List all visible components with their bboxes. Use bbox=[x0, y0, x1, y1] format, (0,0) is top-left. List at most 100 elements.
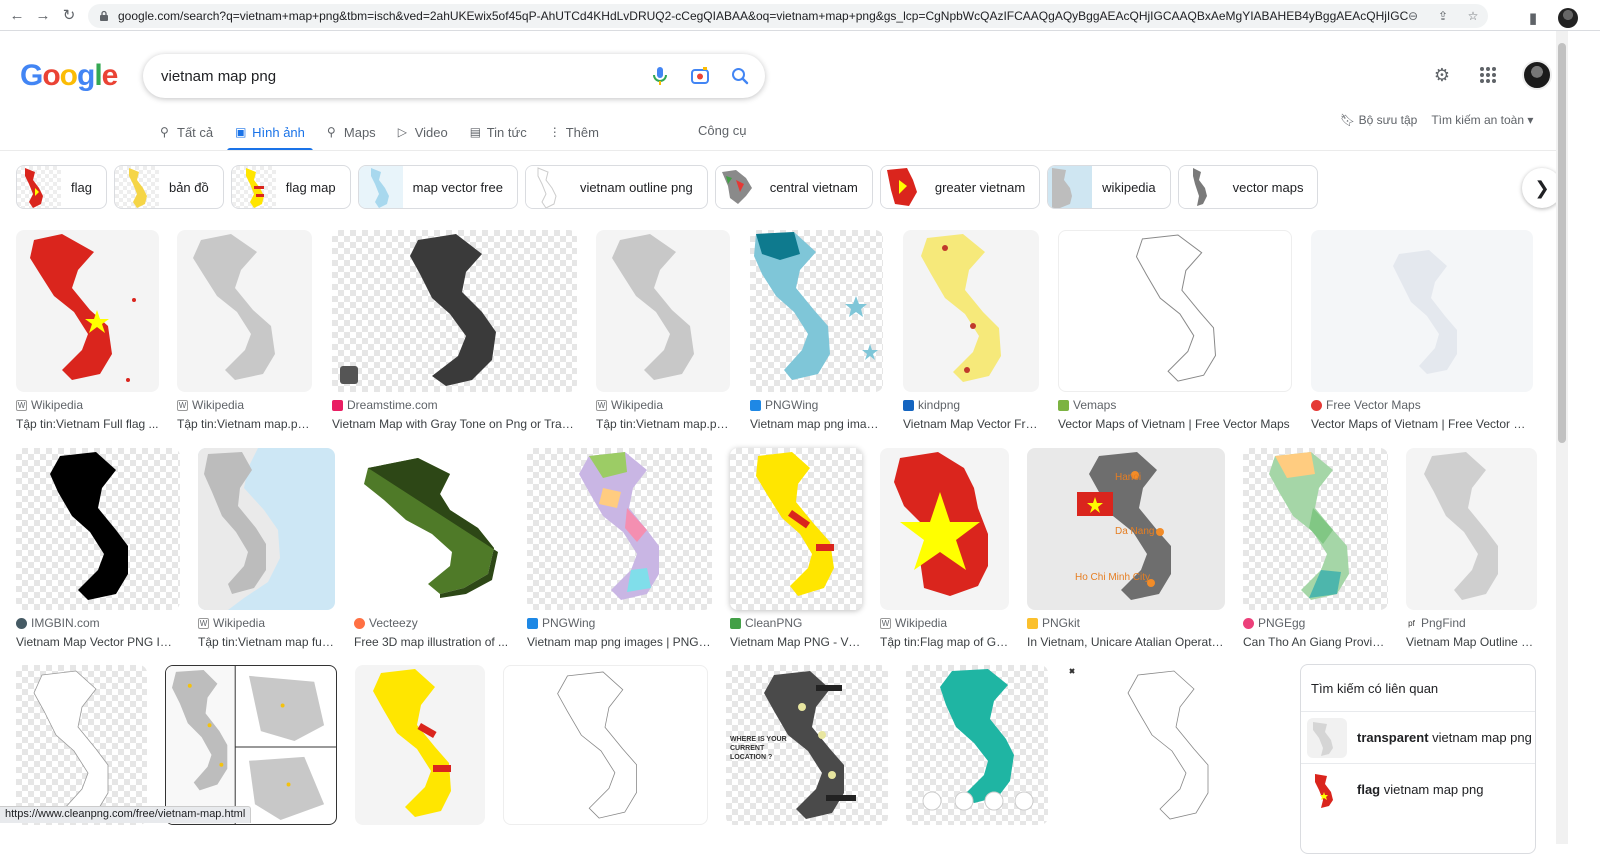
result-thumbnail bbox=[1058, 230, 1292, 392]
chip-flag-map[interactable]: flag map bbox=[230, 165, 351, 209]
image-result[interactable]: PNGEgg Can Tho An Giang Provinc... bbox=[1243, 448, 1388, 649]
vecteezy-favicon-icon bbox=[354, 617, 365, 629]
browser-profile-avatar[interactable] bbox=[1558, 8, 1578, 28]
browser-menu-icon[interactable]: ⋮ bbox=[1590, 5, 1600, 31]
image-result[interactable]: CleanPNG Vietnam Map PNG - Vie... bbox=[730, 448, 862, 649]
zoom-icon[interactable]: ⊖ bbox=[1404, 7, 1422, 25]
related-searches-heading: Tìm kiếm có liên quan bbox=[1311, 681, 1439, 696]
chip-thumbnail bbox=[715, 166, 760, 208]
kindpng-favicon-icon bbox=[903, 399, 914, 411]
image-result[interactable]: W Wikipedia Tập tin:Flag map of Gr... bbox=[880, 448, 1009, 649]
image-result[interactable]: PNGWing Vietnam map png images | PNGWi..… bbox=[527, 448, 712, 649]
chip-thumbnail bbox=[17, 166, 61, 208]
microphone-icon[interactable] bbox=[649, 65, 671, 87]
image-result[interactable]: W Wikipedia Tập tin:Vietnam map.pn... bbox=[177, 230, 312, 431]
tab-images[interactable]: ▣ Hình ảnh bbox=[227, 114, 313, 151]
chip-greater-vietnam[interactable]: greater vietnam bbox=[879, 165, 1041, 209]
apps-grid-icon[interactable] bbox=[1476, 63, 1500, 87]
map-label-danang: Da Nang bbox=[1115, 526, 1155, 537]
chip-central-vietnam[interactable]: central vietnam bbox=[714, 165, 873, 209]
tools-button[interactable]: Công cụ bbox=[698, 123, 746, 138]
camera-lens-icon[interactable] bbox=[689, 65, 711, 87]
bookmark-star-icon[interactable]: ☆ bbox=[1464, 7, 1482, 25]
pngfind-favicon-icon: pf bbox=[1406, 617, 1417, 629]
result-thumbnail bbox=[1243, 448, 1388, 610]
tab-news[interactable]: ▤ Tin tức bbox=[470, 114, 527, 150]
chip-thumbnail bbox=[880, 166, 925, 208]
chip-thumbnail bbox=[231, 166, 276, 208]
result-thumbnail bbox=[906, 665, 1048, 825]
result-thumbnail bbox=[1066, 665, 1281, 825]
image-result[interactable] bbox=[16, 665, 147, 825]
related-thumbnail bbox=[1307, 769, 1347, 810]
image-result[interactable]: Vemaps Vector Maps of Vietnam | Free Vec… bbox=[1058, 230, 1292, 431]
image-result[interactable]: kindpng Vietnam Map Vector Fre... bbox=[903, 230, 1039, 431]
search-box bbox=[143, 54, 765, 98]
image-result[interactable] bbox=[165, 665, 337, 825]
image-result[interactable]: WHERE IS YOUR CURRENT LOCATION ? bbox=[726, 665, 888, 825]
result-thumbnail bbox=[332, 230, 577, 392]
image-result[interactable]: W Wikipedia Tập tin:Vietnam Full flag ... bbox=[16, 230, 159, 431]
map-label-hanoi: Hanoi bbox=[1115, 472, 1142, 483]
back-arrow-icon[interactable]: ← bbox=[4, 2, 30, 28]
result-thumbnail bbox=[16, 665, 147, 825]
pngwing-favicon-icon bbox=[750, 399, 761, 411]
chip-wikipedia[interactable]: wikipedia bbox=[1047, 165, 1171, 209]
wikipedia-favicon-icon: W bbox=[198, 617, 209, 629]
chip-thumbnail bbox=[358, 166, 403, 208]
status-bar-url: https://www.cleanpng.com/free/vietnam-ma… bbox=[0, 806, 252, 823]
chip-thumbnail bbox=[1178, 166, 1223, 208]
image-result[interactable]: Hanoi Da Nang Ho Chi Minh City PNGkit In… bbox=[1027, 448, 1225, 649]
image-result[interactable]: PNGWing Vietnam map png imag... bbox=[750, 230, 883, 431]
side-panel-icon[interactable]: ▮ bbox=[1520, 5, 1546, 31]
page-scrollbar[interactable] bbox=[1556, 31, 1568, 844]
google-logo[interactable]: Google bbox=[20, 59, 118, 93]
more-icon: ⋮ bbox=[548, 125, 561, 139]
tab-video[interactable]: ▷ Video bbox=[398, 114, 448, 150]
tab-maps[interactable]: ⚲ Maps bbox=[327, 114, 376, 150]
safe-search-dropdown[interactable]: Tìm kiếm an toàn ▾ bbox=[1431, 113, 1533, 127]
result-thumbnail bbox=[880, 448, 1009, 610]
wikipedia-favicon-icon: W bbox=[16, 399, 27, 411]
image-result[interactable]: Vecteezy Free 3D map illustration of ... bbox=[354, 448, 509, 649]
search-input[interactable] bbox=[161, 67, 641, 85]
image-result[interactable] bbox=[1066, 665, 1281, 825]
refinement-chips: flag bản đồ flag map map vector free vie… bbox=[16, 165, 1319, 209]
account-avatar[interactable] bbox=[1522, 60, 1552, 90]
image-result[interactable]: pf PngFind Vietnam Map Outline P... bbox=[1406, 448, 1537, 649]
image-result[interactable]: IMGBIN.com Vietnam Map Vector PNG Ima... bbox=[16, 448, 180, 649]
chip-ban-do[interactable]: bản đồ bbox=[113, 165, 224, 209]
tab-all[interactable]: ⚲ Tất cả bbox=[160, 114, 213, 150]
wikipedia-favicon-icon: W bbox=[880, 617, 891, 629]
chip-map-vector-free[interactable]: map vector free bbox=[357, 165, 518, 209]
related-search-item[interactable]: transparent vietnam map png bbox=[1301, 711, 1535, 763]
chip-vietnam-outline-png[interactable]: vietnam outline png bbox=[524, 165, 708, 209]
result-thumbnail bbox=[596, 230, 730, 392]
image-result[interactable] bbox=[906, 665, 1048, 825]
image-result[interactable]: W Wikipedia Tập tin:Vietnam map full... bbox=[198, 448, 335, 649]
saved-collections-button[interactable]: 🔖︎ Bộ sưu tập bbox=[1340, 113, 1417, 127]
result-thumbnail bbox=[16, 448, 180, 610]
reload-icon[interactable]: ↻ bbox=[56, 2, 82, 28]
chip-vector-maps[interactable]: vector maps bbox=[1177, 165, 1319, 209]
search-tabs: ⚲ Tất cả ▣ Hình ảnh ⚲ Maps ▷ Video ▤ Tin tức … bbox=[160, 114, 621, 151]
address-bar[interactable]: google.com/search?q=vietnam+map+png&tbm=… bbox=[88, 4, 1488, 28]
chip-thumbnail bbox=[114, 166, 159, 208]
scrollbar-thumb[interactable] bbox=[1558, 43, 1566, 443]
settings-gear-icon[interactable]: ⚙ bbox=[1430, 63, 1454, 87]
image-result[interactable]: W Wikipedia Tập tin:Vietnam map.pn... bbox=[596, 230, 730, 431]
chip-thumbnail bbox=[525, 166, 570, 208]
result-thumbnail bbox=[16, 230, 159, 392]
chip-flag[interactable]: flag bbox=[16, 165, 107, 209]
search-icon[interactable] bbox=[729, 65, 751, 87]
tab-more[interactable]: ⋮ Thêm bbox=[549, 114, 599, 150]
video-icon: ▷ bbox=[397, 125, 407, 139]
image-result[interactable] bbox=[355, 665, 485, 825]
image-result[interactable]: Dreamstime.com Vietnam Map with Gray Ton… bbox=[332, 230, 577, 431]
share-icon[interactable]: ⇪ bbox=[1434, 7, 1452, 25]
result-thumbnail: WHERE IS YOUR CURRENT LOCATION ? bbox=[726, 665, 888, 825]
related-search-item[interactable]: flag vietnam map png bbox=[1301, 763, 1535, 815]
forward-arrow-icon[interactable]: → bbox=[30, 2, 56, 28]
image-result[interactable]: Free Vector Maps Vector Maps of Vietnam … bbox=[1311, 230, 1533, 431]
image-result[interactable] bbox=[503, 665, 708, 825]
